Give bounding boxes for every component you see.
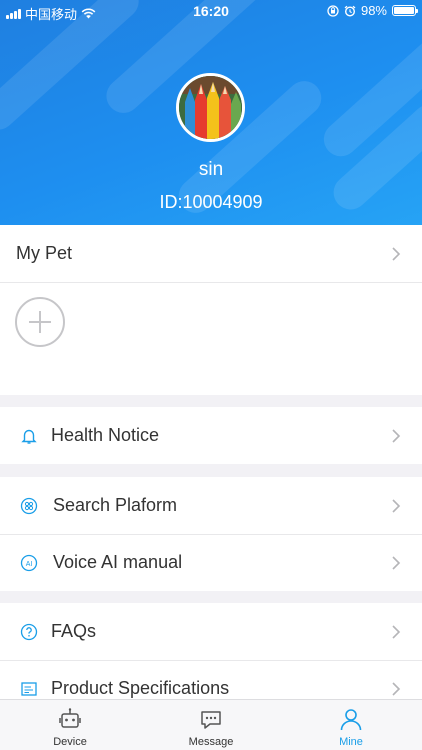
chevron-right-icon <box>392 681 401 696</box>
my-pet-label: My Pet <box>16 243 73 263</box>
platform-section: Search Plaform AI Voice AI manual <box>0 477 422 591</box>
avatar[interactable] <box>176 73 245 142</box>
health-notice-label: Health Notice <box>51 425 160 445</box>
robot-icon <box>59 708 81 728</box>
chat-icon <box>201 711 221 729</box>
alarm-icon <box>344 5 356 17</box>
tab-device[interactable]: Device <box>0 700 140 750</box>
bell-icon <box>21 429 37 444</box>
search-platform-label: Search Plaform <box>53 495 178 515</box>
search-platform-icon <box>20 497 38 514</box>
tab-mine[interactable]: Mine <box>281 700 421 750</box>
chevron-right-icon <box>392 555 401 570</box>
chevron-right-icon <box>392 624 401 639</box>
my-pet-row[interactable]: My Pet <box>0 225 422 282</box>
svg-text:AI: AI <box>26 561 33 568</box>
voice-ai-label: Voice AI manual <box>53 552 183 572</box>
profile-header: 中国移动 16:20 98% sin ID:10004909 <box>0 0 422 225</box>
tab-bar: Device Message Mine <box>0 699 422 750</box>
orientation-lock-icon <box>327 4 339 17</box>
faqs-row[interactable]: FAQs <box>0 603 422 660</box>
product-specs-label: Product Specifications <box>51 678 230 698</box>
search-platform-row[interactable]: Search Plaform <box>0 477 422 534</box>
username: sin <box>198 159 224 180</box>
divider <box>0 282 422 283</box>
tab-message[interactable]: Message <box>141 700 281 750</box>
tab-device-label: Device <box>53 736 87 748</box>
battery-percent: 98% <box>360 3 387 18</box>
my-pet-section: My Pet <box>0 225 422 395</box>
voice-ai-row[interactable]: AI Voice AI manual <box>0 534 422 591</box>
health-section: Health Notice <box>0 407 422 464</box>
document-icon <box>21 681 37 696</box>
status-bar: 中国移动 16:20 98% <box>0 0 422 22</box>
tab-message-label: Message <box>188 736 234 748</box>
user-icon <box>340 709 362 731</box>
faqs-label: FAQs <box>51 621 97 641</box>
chevron-right-icon <box>392 498 401 513</box>
health-notice-row[interactable]: Health Notice <box>0 407 422 464</box>
add-pet-button[interactable] <box>15 297 65 347</box>
ai-icon: AI <box>20 554 38 571</box>
chevron-right-icon <box>392 246 401 261</box>
help-section: FAQs Product Specifications <box>0 603 422 699</box>
tab-mine-label: Mine <box>339 736 363 748</box>
battery-icon <box>392 5 418 16</box>
question-icon <box>20 623 38 640</box>
chevron-right-icon <box>392 428 401 443</box>
user-id: ID:10004909 <box>159 192 263 212</box>
product-specs-row[interactable]: Product Specifications <box>0 660 422 699</box>
colored-pencils-avatar <box>179 76 242 139</box>
